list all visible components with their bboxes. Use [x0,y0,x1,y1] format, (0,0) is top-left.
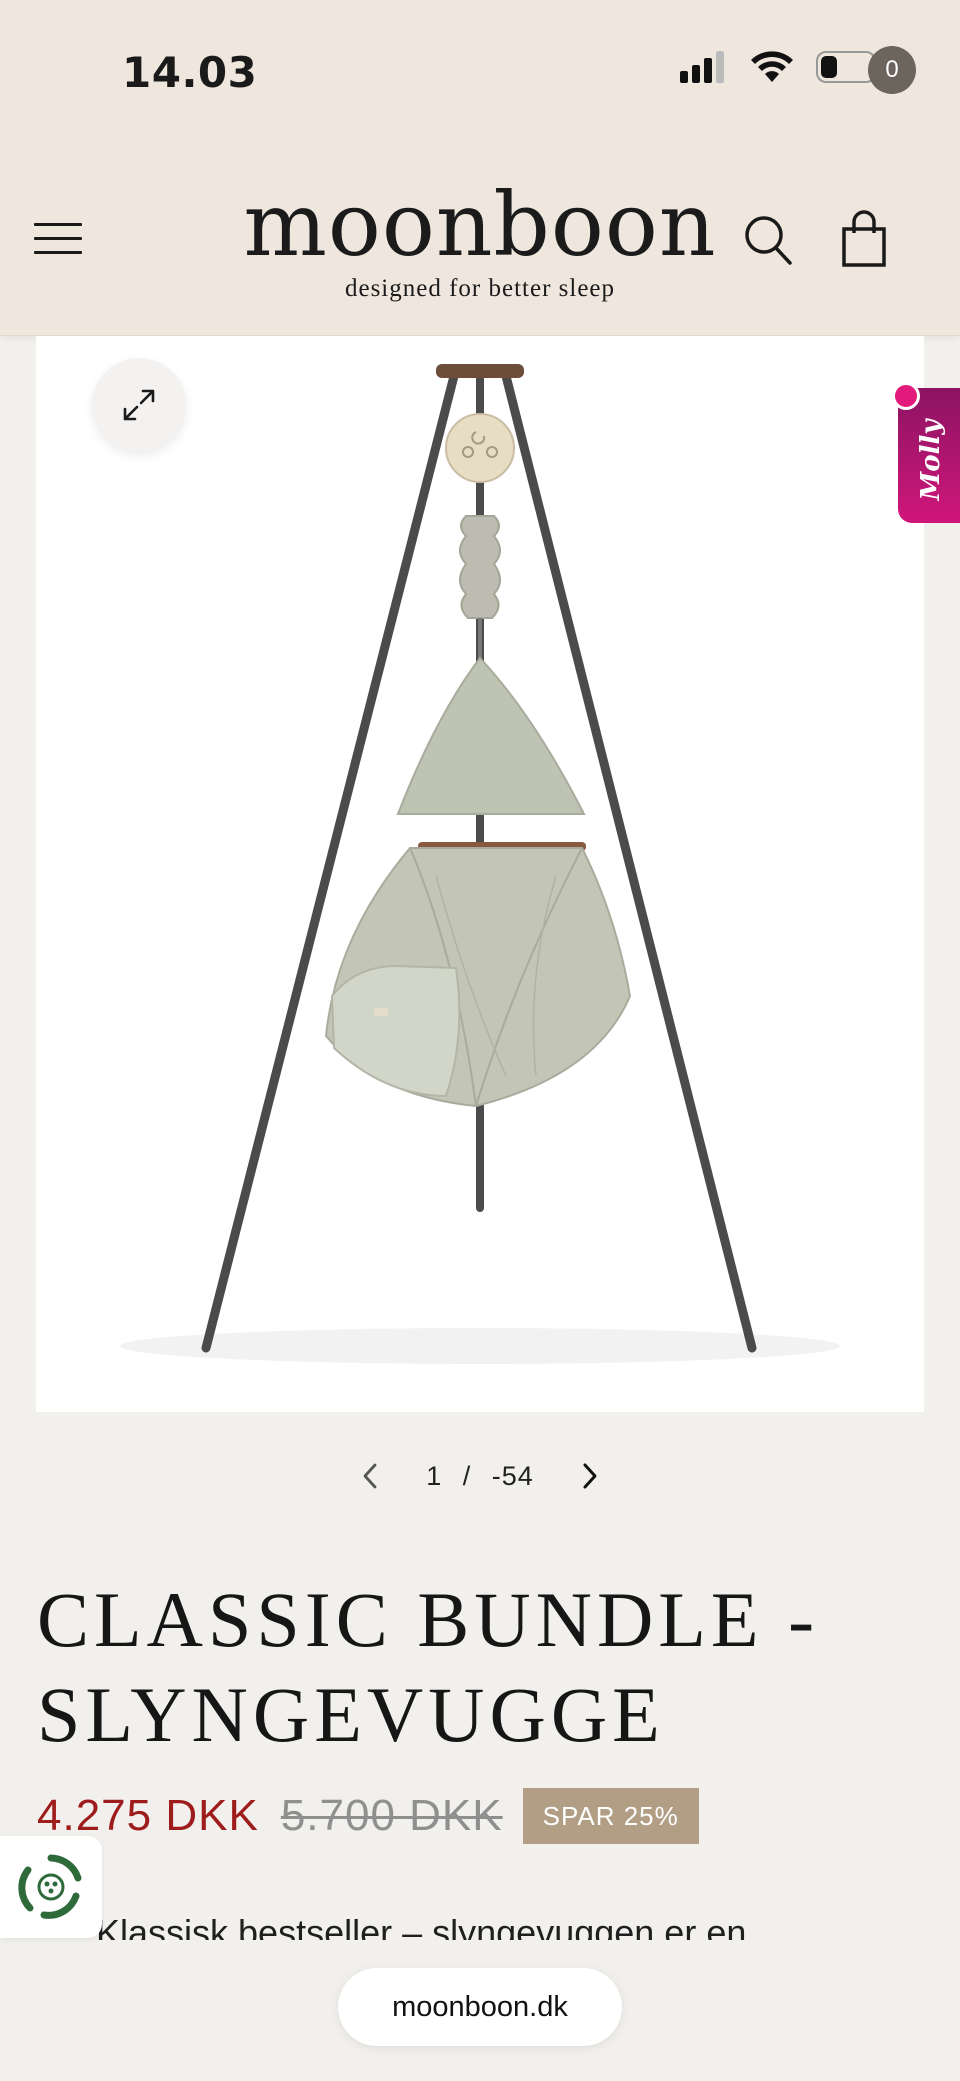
hammock-crib-image [120,364,840,1364]
brand-logo[interactable]: moonboon designed for better sleep [0,175,960,303]
product-image[interactable] [36,336,924,1412]
status-time: 14.03 [122,48,258,97]
pagination-total: -54 [491,1460,534,1491]
product-title: CLASSIC BUNDLE - SLYNGEVUGGE [37,1572,917,1762]
chat-notification-dot [892,382,920,410]
recycle-icon [18,1854,82,1919]
logo-wordmark: moonboon [243,173,717,276]
gallery-pagination: 1 / -54 [0,1452,960,1500]
previous-image-button[interactable] [350,1456,390,1496]
sustainability-badge[interactable] [0,1836,102,1938]
discount-badge: SPAR 25% [522,1788,699,1844]
sale-price: 4.275 DKK [37,1791,259,1840]
pagination-current: 1 [426,1460,443,1491]
shopping-bag-icon[interactable] [838,209,898,269]
wifi-icon [751,51,793,82]
product-title-line-1: CLASSIC BUNDLE - [37,1576,820,1663]
status-icons [680,50,882,84]
expand-image-button[interactable] [92,358,186,452]
cart-count-badge[interactable]: 0 [868,46,916,94]
expand-arrows-icon [123,389,155,421]
next-image-button[interactable] [570,1456,610,1496]
chevron-left-icon [363,1463,377,1489]
product-title-line-2: SLYNGEVUGGE [37,1671,665,1758]
logo-tagline: designed for better sleep [344,275,616,302]
pagination-counter: 1 / -54 [420,1461,540,1492]
site-header: moonboon designed for better sleep [0,145,960,336]
price-row: 4.275 DKK 5.700 DKK SPAR 25% [37,1786,699,1846]
cellular-signal-icon [680,51,724,83]
chevron-right-icon [583,1463,597,1489]
browser-url-bar[interactable]: moonboon.dk [338,1968,622,2046]
search-icon[interactable] [742,211,794,267]
chat-widget-label: Molly [916,419,946,501]
original-price: 5.700 DKK [280,1791,503,1840]
product-description: Klassisk bestseller – slyngevuggen er en [96,1914,916,1940]
description-text: Klassisk bestseller – slyngevuggen er en [96,1914,747,1940]
pagination-separator: / [462,1460,472,1491]
status-bar: 14.03 [0,0,960,145]
